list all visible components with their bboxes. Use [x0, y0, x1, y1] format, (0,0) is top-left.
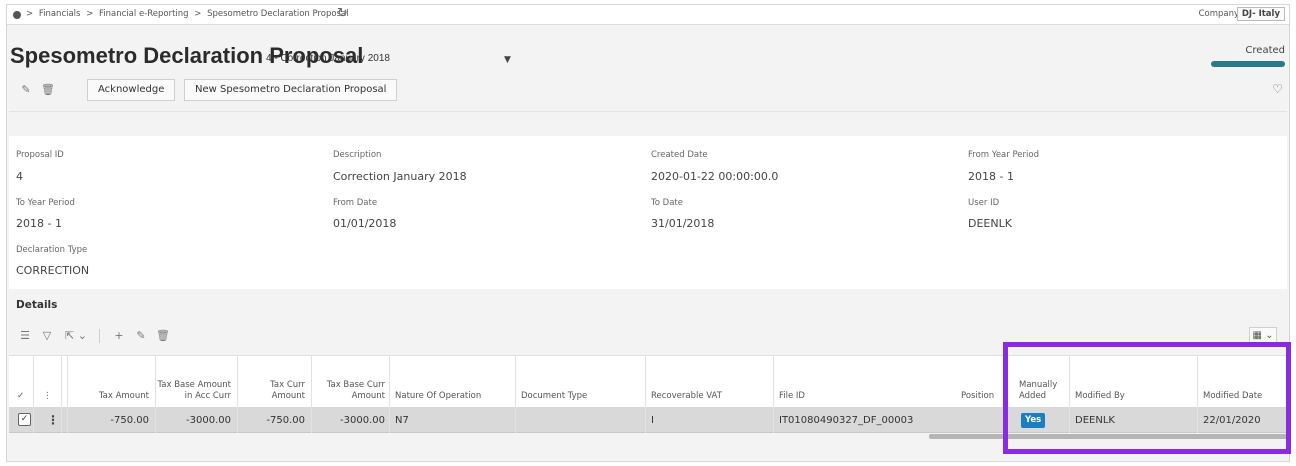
field-label-to-year-period: To Year Period [16, 198, 75, 208]
proposal-info-card: Proposal ID 4 Description Correction Jan… [9, 111, 1287, 289]
col-divider [61, 355, 62, 433]
field-label-user-id: User ID [968, 198, 1000, 208]
row-kebab-icon[interactable]: ⋮ [47, 408, 59, 433]
field-label-created-date: Created Date [651, 150, 708, 160]
export-dropdown-icon[interactable]: ⇱ ⌄ [61, 327, 91, 345]
field-value-created-date: 2020-01-22 00:00:00.0 [651, 170, 779, 183]
header-kebab-icon[interactable]: ⋮ [43, 355, 53, 408]
favorite-heart-icon[interactable]: ♡ [1272, 82, 1283, 96]
field-label-description: Description [333, 150, 382, 160]
col-tax-amount[interactable]: Tax Amount [69, 355, 149, 408]
add-icon[interactable]: + [109, 327, 129, 345]
toolbar-divider [99, 329, 100, 343]
field-value-declaration-type: CORRECTION [16, 264, 90, 277]
cell-tax-base-curr-amount: -3000.00 [340, 415, 385, 426]
col-divider [33, 355, 34, 433]
company-selector[interactable]: DJ- Italy [1236, 7, 1285, 21]
cell-nature-of-operation: N7 [395, 415, 409, 426]
field-label-from-date: From Date [333, 198, 378, 208]
acknowledge-button[interactable]: Acknowledge [87, 79, 176, 101]
col-divider [515, 355, 516, 433]
breadcrumb-separator: > [26, 9, 34, 19]
col-divider [237, 355, 238, 433]
edit-row-icon[interactable]: ✎ [131, 327, 151, 345]
col-tax-base-acc-curr[interactable]: Tax Base Amount in Acc Curr [157, 355, 231, 408]
delete-row-icon[interactable]: 🗑 [153, 327, 173, 345]
cell-recoverable-vat: I [651, 415, 654, 426]
col-nature-of-operation[interactable]: Nature Of Operation [395, 355, 513, 408]
field-label-proposal-id: Proposal ID [16, 150, 64, 160]
col-recoverable-vat[interactable]: Recoverable VAT [651, 355, 771, 408]
delete-icon[interactable]: 🗑 [39, 79, 57, 101]
field-label-declaration-type: Declaration Type [16, 245, 88, 255]
navigator-dot-icon[interactable] [13, 11, 21, 19]
field-value-proposal-id: 4 [16, 170, 23, 183]
field-value-to-year-period: 2018 - 1 [16, 217, 62, 230]
status-label: Created [1245, 45, 1285, 56]
breadcrumb-separator: > [194, 9, 202, 19]
cell-document-type [521, 408, 641, 433]
highlight-box [1003, 342, 1291, 454]
col-tax-base-curr-amount[interactable]: Tax Base Curr Amount [313, 355, 385, 408]
col-divider [389, 355, 390, 433]
breadcrumb-e-reporting[interactable]: Financial e-Reporting [99, 9, 189, 19]
cell-tax-amount: -750.00 [110, 415, 149, 426]
col-divider [311, 355, 312, 433]
field-value-user-id: DEENLK [968, 217, 1012, 230]
col-file-id[interactable]: File ID [779, 355, 929, 408]
cell-tax-base-acc-curr: -3000.00 [186, 415, 231, 426]
edit-icon[interactable]: ✎ [17, 79, 35, 101]
col-divider [773, 355, 774, 433]
details-title: Details [16, 299, 58, 311]
col-divider [155, 355, 156, 433]
breadcrumb: > Financials > Financial e-Reporting > S… [26, 9, 352, 19]
col-divider [67, 355, 68, 433]
breadcrumb-separator: > [86, 9, 94, 19]
field-value-to-date: 31/01/2018 [651, 217, 715, 230]
record-selector-caret-icon[interactable]: ▼ [504, 55, 511, 65]
cell-file-id: IT01080490327_DF_00003 [779, 415, 914, 426]
row-checkbox[interactable]: ✓ [18, 413, 31, 426]
breadcrumb-bar: > Financials > Financial e-Reporting > S… [7, 5, 1289, 25]
field-value-from-year-period: 2018 - 1 [968, 170, 1014, 183]
company-label: Company [1198, 9, 1239, 19]
status-indicator [1211, 61, 1285, 67]
breadcrumb-current[interactable]: Spesometro Declaration Proposal [207, 9, 349, 19]
col-divider [645, 355, 646, 433]
page-subtitle: 4 - Correction January 2018 [266, 53, 390, 64]
col-tax-curr-amount[interactable]: Tax Curr Amount [239, 355, 305, 408]
field-label-from-year-period: From Year Period [968, 150, 1039, 160]
field-label-to-date: To Date [651, 198, 683, 208]
card-header-band [9, 112, 1287, 136]
field-value-from-date: 01/01/2018 [333, 217, 397, 230]
select-all-checkmark-icon[interactable]: ✓ [17, 355, 29, 408]
col-document-type[interactable]: Document Type [521, 355, 641, 408]
list-view-icon[interactable]: ☰ [15, 327, 35, 345]
col-position[interactable]: Position [961, 355, 1007, 408]
cell-position [961, 408, 1007, 433]
breadcrumb-financials[interactable]: Financials [39, 9, 81, 19]
filter-icon[interactable]: ▽ [37, 327, 57, 345]
cell-tax-curr-amount: -750.00 [266, 415, 305, 426]
new-proposal-button[interactable]: New Spesometro Declaration Proposal [184, 79, 398, 101]
refresh-icon[interactable]: ↻ [337, 6, 348, 21]
field-value-description: Correction January 2018 [333, 170, 467, 183]
